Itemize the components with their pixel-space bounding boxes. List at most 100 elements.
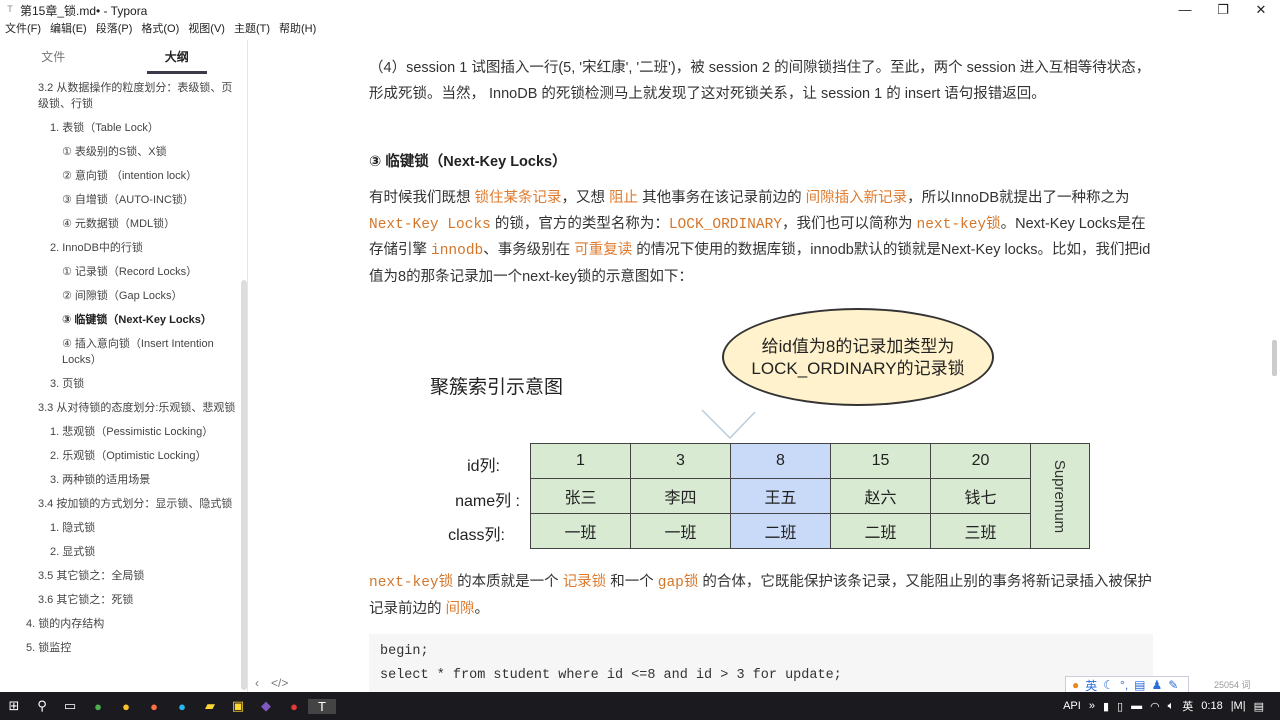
mic-icon[interactable]: ▮ xyxy=(1103,700,1109,713)
source-code-icon[interactable]: </> xyxy=(271,676,288,690)
minimize-button[interactable]: — xyxy=(1166,0,1204,20)
name-cell: 赵六 xyxy=(830,478,931,514)
input-language[interactable]: 英 xyxy=(1182,698,1193,714)
id-cell: 15 xyxy=(830,443,931,479)
menu-paragraph[interactable]: 段落(P) xyxy=(96,20,133,38)
ime-language[interactable]: 英 xyxy=(1085,677,1097,694)
outline-item[interactable]: 4. 锁的内存结构 xyxy=(0,612,247,636)
window-title: 第15章_锁.md• - Typora xyxy=(20,3,148,18)
firefox-icon[interactable]: ● xyxy=(140,699,168,714)
outline-item[interactable]: 1. 悲观锁（Pessimistic Locking） xyxy=(0,420,247,444)
name-cell: 王五 xyxy=(730,478,831,514)
code-line: begin; xyxy=(380,644,429,659)
menu-bar: 文件(F) 编辑(E) 段落(P) 格式(O) 视图(V) 主题(T) 帮助(H… xyxy=(0,20,320,38)
outline-item[interactable]: 3.4 按加锁的方式划分：显示锁、隐式锁 xyxy=(0,492,247,516)
outline-item[interactable]: ④ 元数据锁（MDL锁） xyxy=(0,212,247,236)
class-cell: 三班 xyxy=(930,513,1031,549)
close-button[interactable]: ✕ xyxy=(1242,0,1280,20)
tab-files[interactable]: 文件 xyxy=(0,40,107,74)
editor-scrollbar[interactable] xyxy=(1272,340,1277,376)
user-icon: ♟ xyxy=(1151,678,1163,692)
id-cell: 8 xyxy=(730,443,831,479)
outline-item[interactable]: 3.6 其它锁之：死锁 xyxy=(0,588,247,612)
wifi-icon[interactable]: ◠ xyxy=(1150,700,1160,713)
back-icon[interactable]: ‹ xyxy=(255,676,259,690)
index-table: 1 3 8 15 20 张三 李四 王五 赵六 钱七 一班 一班 二班 二班 三班 xyxy=(530,443,1031,549)
menu-theme[interactable]: 主题(T) xyxy=(234,20,270,38)
id-cell: 20 xyxy=(930,443,1031,479)
outline-item[interactable]: ③ 临键锁（Next-Key Locks） xyxy=(0,308,247,332)
punctuation-icon: °, xyxy=(1120,678,1129,692)
paragraph-session: （4）session 1 试图插入一行(5, '宋红康', '二班')，被 se… xyxy=(369,60,1151,102)
name-cell: 李四 xyxy=(630,478,731,514)
class-cell: 一班 xyxy=(530,513,631,549)
app-icon[interactable]: ▣ xyxy=(224,698,252,714)
typora-icon: T xyxy=(7,4,13,14)
editor[interactable]: （4）session 1 试图插入一行(5, '宋红康', '二班')，被 se… xyxy=(250,40,1270,692)
outline-item[interactable]: 3.3 从对待锁的态度划分:乐观锁、悲观锁 xyxy=(0,396,247,420)
outline-item[interactable]: ② 间隙锁（Gap Locks） xyxy=(0,284,247,308)
system-tray: API » ▮ ▯ ▬ ◠ 🔈︎ 英 0:18 |M| ▤ xyxy=(1063,692,1280,720)
menu-help[interactable]: 帮助(H) xyxy=(279,20,316,38)
moon-icon: ☾ xyxy=(1103,678,1115,692)
volume-icon[interactable]: 🔈︎ xyxy=(1168,700,1175,713)
tray-api[interactable]: API xyxy=(1063,700,1081,712)
tab-outline[interactable]: 大纲 xyxy=(146,40,207,74)
battery-icon[interactable]: ▬ xyxy=(1131,700,1142,712)
title-bar: T 第15章_锁.md• - Typora — ❐ ✕ xyxy=(0,0,1280,20)
outline-item[interactable]: 3. 页锁 xyxy=(0,372,247,396)
outline-item[interactable]: ② 意向锁 （intention lock） xyxy=(0,164,247,188)
chrome-icon-2[interactable]: ● xyxy=(112,699,140,714)
taskbar: ⊞ ⚲ ▭ ● ● ● ● ▰ ▣ ◆ ● T API » ▮ ▯ ▬ ◠ 🔈︎… xyxy=(0,692,1280,720)
class-cell: 一班 xyxy=(630,513,731,549)
chrome-icon[interactable]: ● xyxy=(84,699,112,714)
menu-edit[interactable]: 编辑(E) xyxy=(50,20,87,38)
tray-chevron-icon[interactable]: » xyxy=(1089,700,1095,712)
edge-icon[interactable]: ● xyxy=(168,699,196,714)
menu-file[interactable]: 文件(F) xyxy=(5,20,41,38)
row-label-class: class列: xyxy=(448,527,505,544)
code-line: select * from student where id <=8 and i… xyxy=(380,668,842,683)
bubble-pointer xyxy=(701,409,756,440)
outline-item[interactable]: 1. 表锁（Table Lock） xyxy=(0,116,247,140)
sidebar-scrollbar[interactable] xyxy=(241,280,247,690)
outline-item[interactable]: 1. 隐式锁 xyxy=(0,516,247,540)
usb-icon[interactable]: ▯ xyxy=(1117,700,1123,713)
start-icon[interactable]: ⊞ xyxy=(0,698,28,714)
typora-taskbar-icon[interactable]: T xyxy=(308,698,336,714)
id-cell: 3 xyxy=(630,443,731,479)
app-icon-3[interactable]: ● xyxy=(280,699,308,714)
outline-item[interactable]: 2. 显式锁 xyxy=(0,540,247,564)
paragraph-next-key-intro: 有时候我们既想 锁住某条记录，又想 阻止 其他事务在该记录前边的 间隙插入新记录… xyxy=(369,190,1151,285)
task-view-icon[interactable]: ▭ xyxy=(56,698,84,714)
outline-item[interactable]: ③ 自增锁（AUTO-INC锁） xyxy=(0,188,247,212)
app-tray-icon[interactable]: |M| xyxy=(1231,700,1246,712)
maximize-button[interactable]: ❐ xyxy=(1204,0,1242,20)
search-icon[interactable]: ⚲ xyxy=(28,698,56,714)
word-count[interactable]: 25054 词 xyxy=(1214,678,1251,691)
supremum-record: Supremum xyxy=(1030,443,1090,549)
code-block[interactable]: begin; select * from student where id <=… xyxy=(369,634,1153,692)
outline-item[interactable]: 3.5 其它锁之：全局锁 xyxy=(0,564,247,588)
clock[interactable]: 0:18 xyxy=(1201,700,1222,712)
section-heading: ③ 临键锁（Next-Key Locks） xyxy=(369,154,567,170)
folder-icon[interactable]: ▰ xyxy=(196,698,224,714)
outline-item[interactable]: 3. 两种锁的适用场景 xyxy=(0,468,247,492)
outline-item[interactable]: 3.2 从数据操作的粒度划分：表级锁、页级锁、行锁 xyxy=(0,76,247,116)
row-label-id: id列: xyxy=(467,458,500,475)
outline-item[interactable]: 2. InnoDB中的行锁 xyxy=(0,236,247,260)
outline-item[interactable]: ④ 插入意向锁（Insert Intention Locks） xyxy=(0,332,247,372)
wrench-icon: ✎ xyxy=(1168,678,1179,692)
outline-item[interactable]: 2. 乐观锁（Optimistic Locking） xyxy=(0,444,247,468)
outline-item[interactable]: 5. 锁监控 xyxy=(0,636,247,660)
id-cell: 1 xyxy=(530,443,631,479)
outline-item[interactable]: ① 表级别的S锁、X锁 xyxy=(0,140,247,164)
menu-view[interactable]: 视图(V) xyxy=(188,20,225,38)
class-cell: 二班 xyxy=(730,513,831,549)
menu-format[interactable]: 格式(O) xyxy=(141,20,179,38)
notification-icon[interactable]: ▤ xyxy=(1254,700,1264,713)
app-icon-2[interactable]: ◆ xyxy=(252,698,280,714)
sidebar-toggle-bar: ‹ </> xyxy=(255,676,300,690)
outline-item[interactable]: ① 记录锁（Record Locks） xyxy=(0,260,247,284)
paragraph-next-key-essence: next-key锁 的本质就是一个 记录锁 和一个 gap锁 的合体，它既能保护… xyxy=(369,574,1152,617)
